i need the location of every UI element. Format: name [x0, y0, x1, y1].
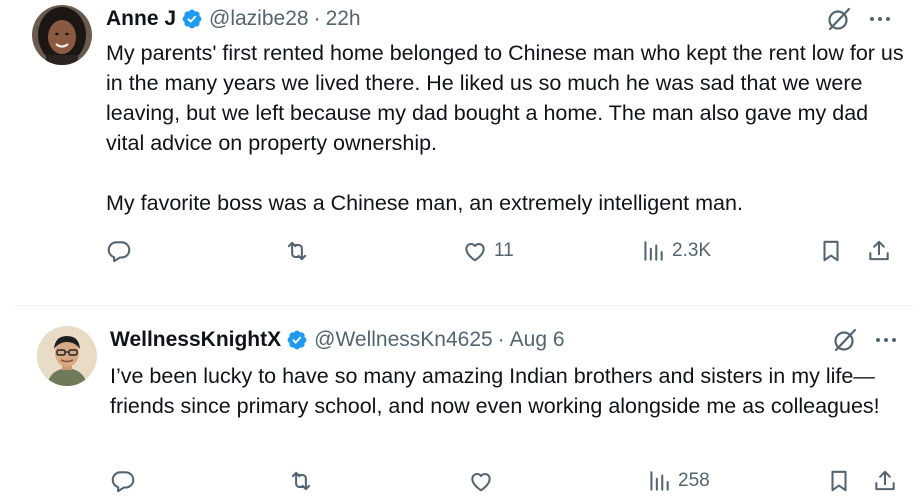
timestamp[interactable]: 22h [326, 7, 361, 31]
avatar[interactable] [37, 326, 97, 386]
repost-icon [291, 471, 311, 491]
tweet-text: My parents' first rented home belonged t… [106, 41, 904, 215]
author-name[interactable]: Anne J [106, 7, 176, 31]
verified-badge-icon[interactable] [181, 8, 203, 30]
reply-button[interactable] [106, 238, 138, 264]
repost-button[interactable] [284, 238, 316, 264]
bookmark-icon [823, 240, 839, 262]
views-count: 258 [678, 470, 710, 491]
bookmark-icon [831, 470, 847, 492]
repost-button[interactable] [288, 468, 320, 494]
views-button[interactable]: 258 [646, 468, 710, 494]
share-button[interactable] [866, 238, 892, 264]
like-count: 11 [494, 240, 514, 261]
reply-icon [107, 241, 131, 263]
tweet[interactable]: WellnessKnightX @WellnessKn4625 · Aug 6 … [0, 306, 913, 502]
like-icon [471, 472, 491, 492]
views-button[interactable]: 2.3K [640, 238, 711, 264]
tweet-header: WellnessKnightX @WellnessKn4625 · Aug 6 [110, 326, 565, 354]
separator: · [313, 7, 321, 30]
action-bar: 11 2.3K [0, 238, 913, 268]
views-count: 2.3K [672, 240, 712, 261]
more-icon[interactable] [868, 7, 892, 31]
like-button[interactable]: 11 [462, 238, 514, 264]
share-icon [869, 240, 889, 261]
avatar[interactable] [32, 5, 92, 65]
timestamp[interactable]: Aug 6 [510, 328, 565, 352]
more-icon[interactable] [874, 328, 898, 352]
share-icon [875, 470, 895, 491]
author-handle[interactable]: @WellnessKn4625 [314, 328, 493, 352]
action-bar: 258 [0, 468, 913, 498]
separator: · [497, 328, 505, 351]
grok-icon[interactable] [826, 6, 852, 32]
reply-icon [111, 471, 135, 493]
like-button[interactable] [468, 468, 500, 494]
views-icon [650, 471, 669, 491]
tweet[interactable]: Anne J @lazibe28 · 22h My parents' first… [0, 0, 913, 305]
reply-button[interactable] [110, 468, 142, 494]
views-icon [644, 241, 663, 261]
tweet-header: Anne J @lazibe28 · 22h [106, 5, 361, 33]
grok-icon[interactable] [832, 327, 858, 353]
author-handle[interactable]: @lazibe28 [209, 7, 309, 31]
author-name[interactable]: WellnessKnightX [110, 328, 281, 352]
verified-badge-icon[interactable] [286, 329, 308, 351]
tweet-top-actions [826, 6, 892, 32]
like-icon [465, 242, 485, 262]
repost-icon [287, 241, 307, 261]
bookmark-button[interactable] [818, 238, 844, 264]
tweet-top-actions [832, 327, 898, 353]
share-button[interactable] [872, 468, 898, 494]
bookmark-button[interactable] [826, 468, 852, 494]
tweet-text: I’ve been lucky to have so many amazing … [110, 364, 880, 418]
